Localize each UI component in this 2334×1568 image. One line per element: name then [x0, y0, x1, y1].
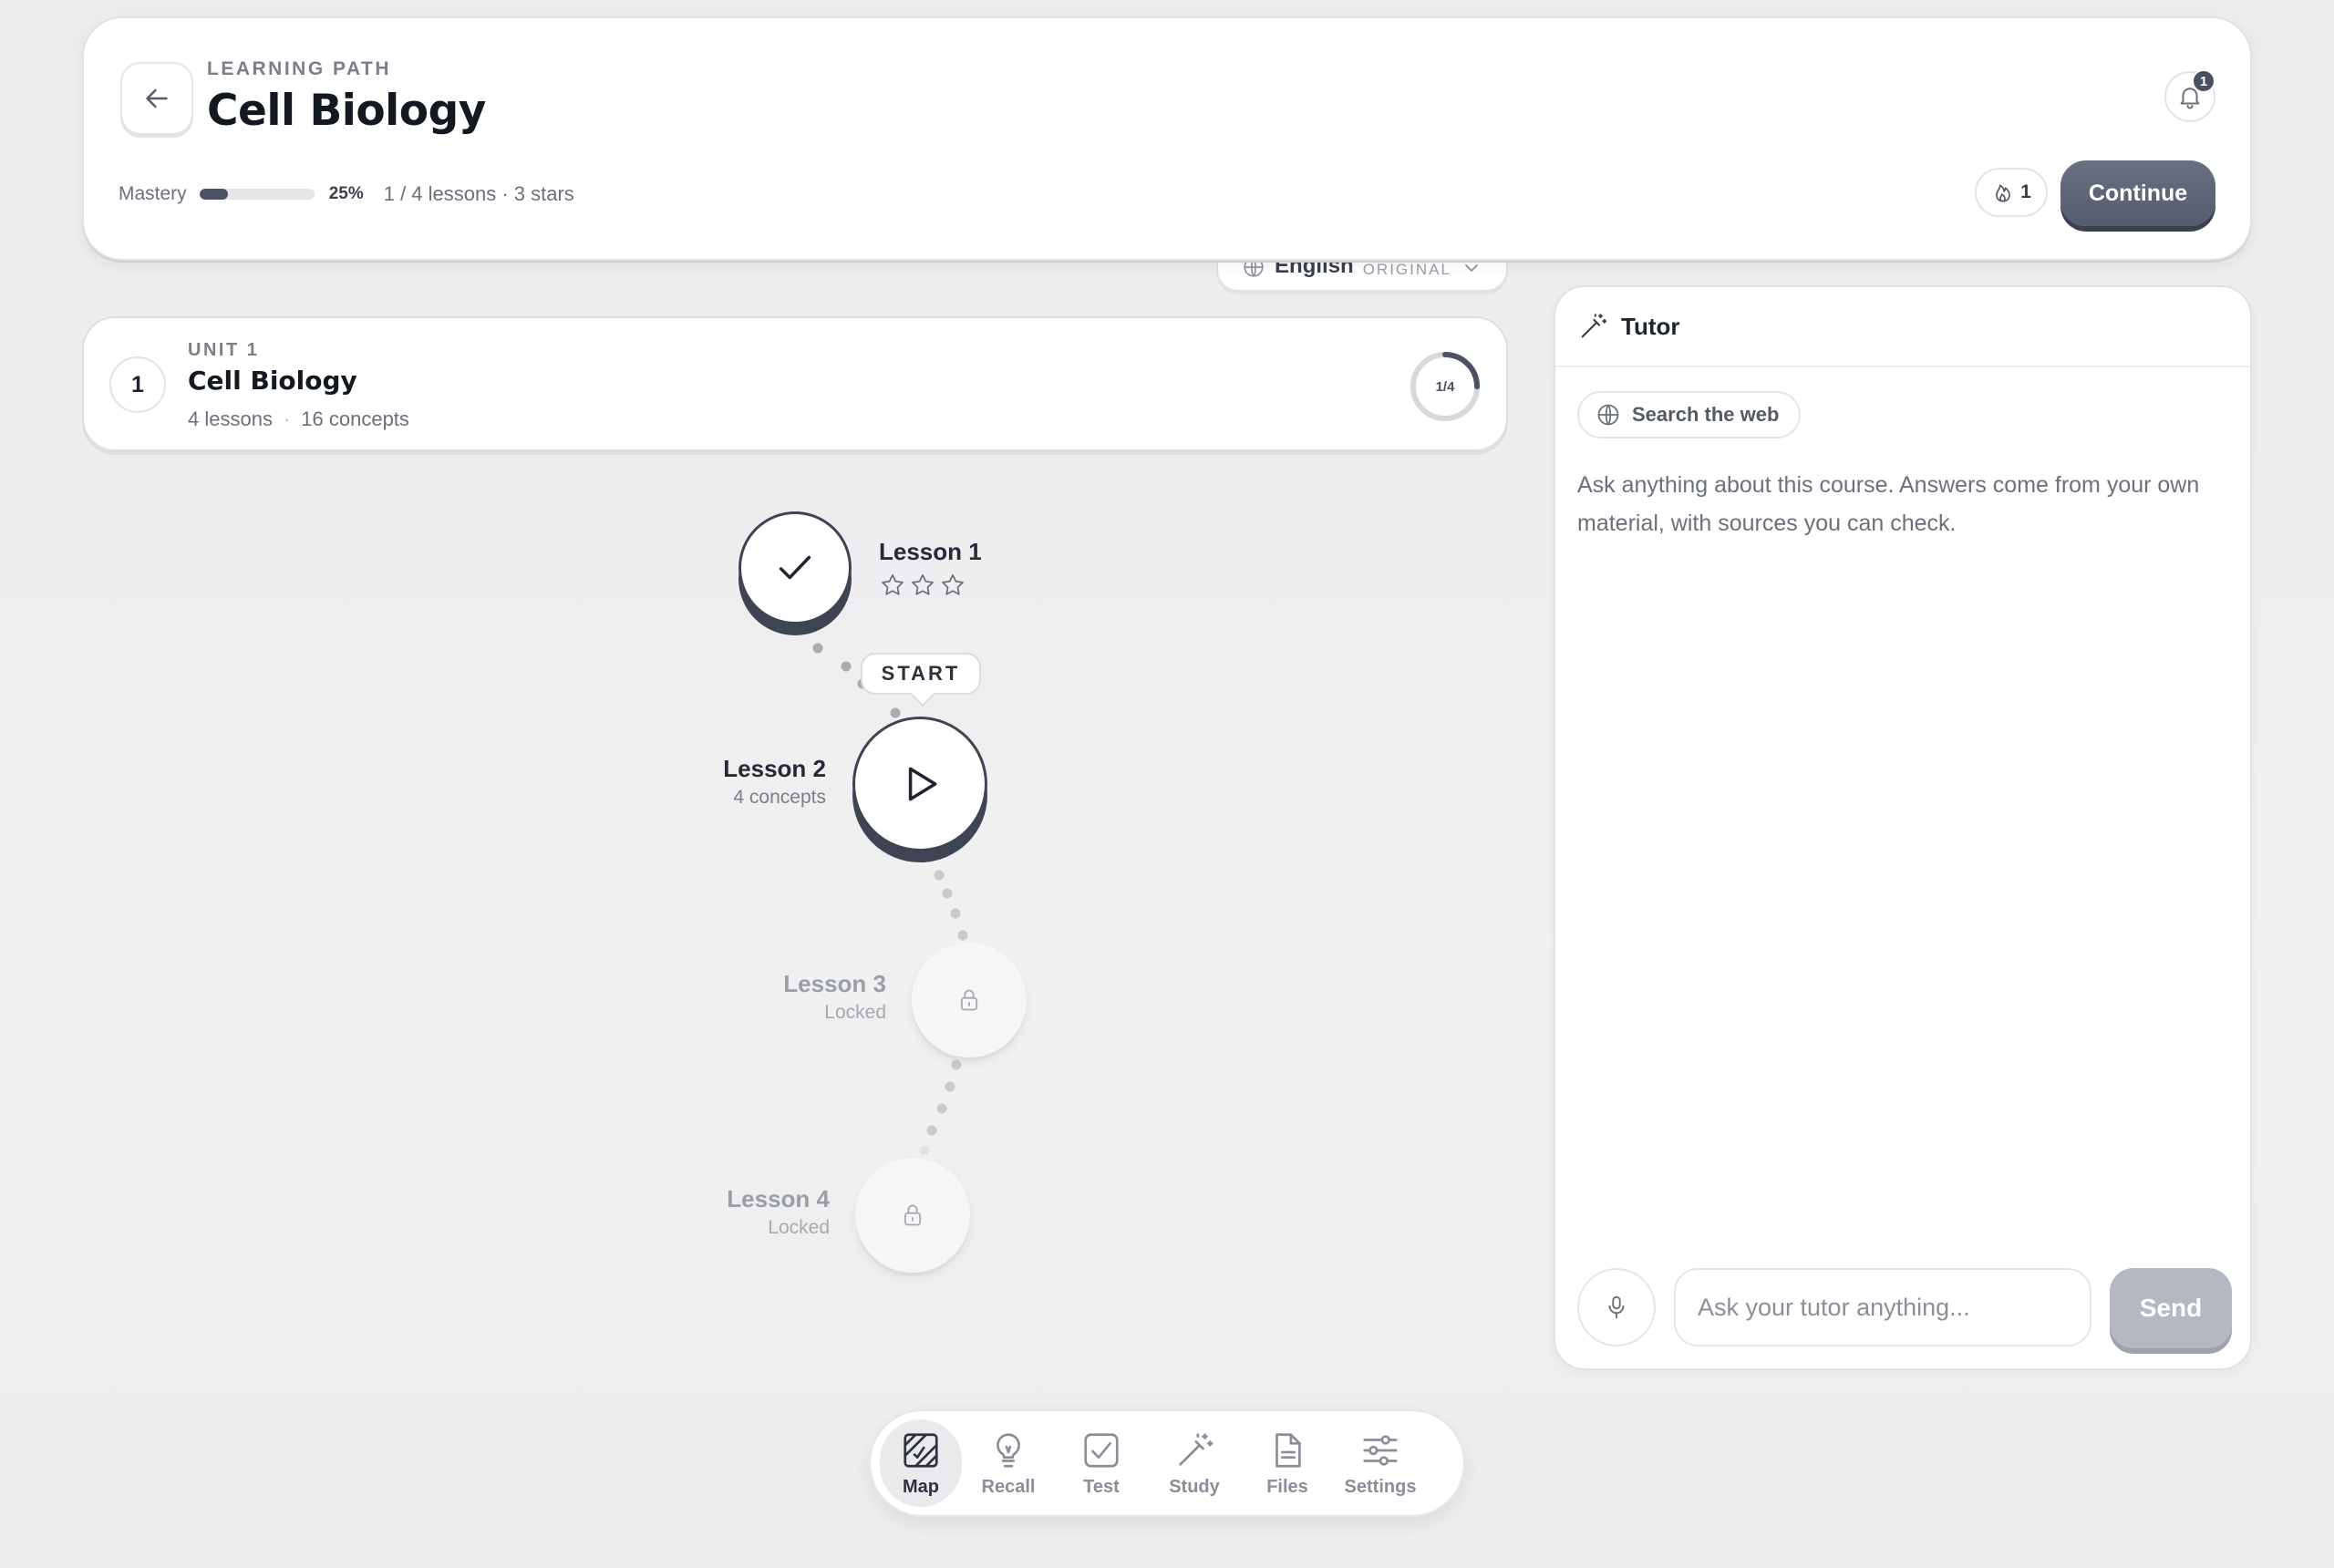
nav-test[interactable]: Test — [1055, 1419, 1148, 1507]
course-header: LEARNING PATH Cell Biology 1 Mastery 25%… — [82, 16, 2252, 261]
lesson-3-title: Lesson 3 — [783, 970, 886, 997]
lesson-1-stars — [879, 572, 982, 599]
unit-number: 1 — [109, 356, 166, 413]
star-outline-icon — [912, 573, 934, 595]
tutor-header: Tutor — [1555, 287, 2250, 367]
star-outline-icon — [882, 573, 904, 595]
magic-wand-icon — [1581, 314, 1607, 338]
lesson-4-subtitle: Locked — [768, 1217, 830, 1238]
nav-map-label: Map — [903, 1476, 939, 1497]
lesson-3-subtitle: Locked — [824, 1002, 886, 1023]
lesson-1-node[interactable] — [738, 511, 852, 624]
arrow-left-icon — [146, 88, 168, 108]
notification-badge: 1 — [2192, 69, 2215, 93]
unit-title: Cell Biology — [188, 366, 357, 396]
map-icon — [904, 1432, 938, 1468]
lesson-3-label: Lesson 3 Locked — [748, 970, 886, 1024]
mastery-row: Mastery 25% 1 / 4 lessons · 3 stars — [119, 181, 574, 208]
page-eyebrow: LEARNING PATH — [207, 58, 392, 79]
progress-meta: 1 / 4 lessons · 3 stars — [383, 182, 574, 205]
lesson-2-title: Lesson 2 — [723, 755, 826, 782]
nav-study[interactable]: Study — [1148, 1419, 1241, 1507]
nav-test-label: Test — [1083, 1476, 1120, 1497]
ask-tutor-input[interactable] — [1674, 1268, 2091, 1346]
unit-eyebrow: UNIT 1 — [188, 340, 260, 360]
tutor-panel: Tutor Search the web Ask anything about … — [1554, 285, 2252, 1370]
lesson-2-subtitle: 4 concepts — [733, 787, 826, 808]
lock-icon — [904, 1204, 922, 1226]
nav-map[interactable]: Map — [880, 1419, 962, 1507]
lesson-3-node[interactable] — [912, 943, 1027, 1057]
checkbox-icon — [1084, 1432, 1119, 1468]
notifications-button[interactable]: 1 — [2164, 69, 2215, 122]
nav-study-label: Study — [1169, 1476, 1220, 1497]
unit-progress-label: 1/4 — [1435, 378, 1455, 395]
send-button[interactable]: Send — [2110, 1268, 2232, 1348]
lock-icon — [960, 989, 978, 1011]
tutor-title: Tutor — [1621, 312, 1680, 340]
streak-badge[interactable]: 1 — [1975, 168, 2048, 217]
tutor-intro-text: Ask anything about this course. Answers … — [1577, 472, 2200, 536]
sliders-icon — [1363, 1434, 1398, 1466]
nav-files[interactable]: Files — [1241, 1419, 1334, 1507]
start-badge: START — [861, 653, 981, 695]
lesson-4-label: Lesson 4 Locked — [693, 1185, 830, 1239]
nav-files-label: Files — [1266, 1476, 1308, 1497]
bottom-navigation: Map Recall Test Study Files Settings — [869, 1409, 1465, 1517]
lesson-2-node[interactable] — [852, 717, 987, 851]
file-icon — [1275, 1432, 1301, 1468]
voice-input-button[interactable] — [1577, 1268, 1656, 1346]
language-tag: ORIGINAL — [1362, 261, 1451, 278]
back-button[interactable] — [120, 62, 193, 135]
lesson-4-node[interactable] — [855, 1158, 970, 1273]
unit-lessons-count: 4 lessons — [188, 407, 273, 430]
magic-wand-icon — [1179, 1432, 1213, 1466]
unit-meta: 4 lessons · 16 concepts — [188, 407, 409, 431]
play-icon — [908, 767, 937, 801]
streak-count: 1 — [2020, 181, 2031, 202]
search-web-toggle[interactable]: Search the web — [1577, 391, 1802, 438]
checkmark-icon — [779, 555, 811, 580]
nav-recall[interactable]: Recall — [962, 1419, 1055, 1507]
meta-separator: · — [283, 407, 291, 430]
unit-card[interactable]: 1 UNIT 1 Cell Biology 4 lessons · 16 conce… — [82, 316, 1508, 451]
nav-settings-label: Settings — [1344, 1476, 1417, 1497]
flame-icon — [1996, 184, 2011, 202]
lesson-1-label: Lesson 1 — [879, 538, 982, 599]
unit-progress-ring: 1/4 — [1408, 349, 1482, 424]
star-outline-icon — [942, 573, 964, 595]
mastery-progress-fill — [199, 189, 229, 200]
continue-button[interactable]: Continue — [2060, 160, 2215, 226]
globe-icon — [1597, 404, 1619, 426]
lightbulb-icon — [997, 1432, 1020, 1468]
nav-recall-label: Recall — [981, 1476, 1036, 1497]
mastery-progress-bar — [199, 189, 315, 200]
mastery-percent: 25% — [328, 184, 364, 203]
unit-concepts-count: 16 concepts — [301, 407, 409, 430]
microphone-icon — [1608, 1295, 1625, 1319]
nav-settings[interactable]: Settings — [1334, 1419, 1427, 1507]
search-web-label: Search the web — [1632, 403, 1780, 426]
lesson-4-title: Lesson 4 — [727, 1185, 830, 1212]
mastery-label: Mastery — [119, 183, 187, 204]
lesson-1-title: Lesson 1 — [879, 538, 982, 565]
lesson-2-label: Lesson 2 4 concepts — [693, 755, 826, 809]
page-title: Cell Biology — [207, 86, 486, 136]
